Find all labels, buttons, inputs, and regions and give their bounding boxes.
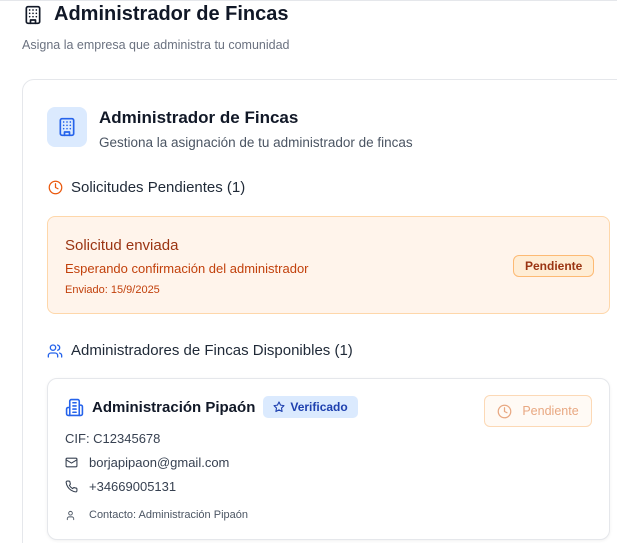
admin-email-row: borjapipaon@gmail.com [65,455,229,470]
building-icon [47,107,87,147]
request-title: Solicitud enviada [65,237,179,254]
request-date: Enviado: 15/9/2025 [65,284,160,296]
admin-list-item[interactable]: Administración Pipaón Verificado Pendien… [47,378,610,540]
available-admins-label: Administradores de Fincas Disponibles (1… [71,342,353,359]
admin-phone-row: +34669005131 [65,479,176,494]
pending-status-label: Pendiente [522,404,579,418]
clock-icon [497,404,512,419]
star-icon [273,401,285,413]
pending-requests-label: Solicitudes Pendientes (1) [71,179,246,196]
request-message: Esperando confirmación del administrador [65,261,309,276]
admin-contact-row: Contacto: Administración Pipaón [65,509,248,521]
mail-icon [65,456,79,469]
building-office-icon [65,398,84,417]
card-header: Administrador de Fincas Gestiona la asig… [47,107,413,150]
pending-status-button[interactable]: Pendiente [484,395,592,427]
users-icon [47,343,63,359]
admin-header: Administración Pipaón Verificado [65,396,358,418]
page-title: Administrador de Fincas [54,3,289,25]
page-header: Administrador de Fincas [22,3,289,26]
pending-requests-heading: Solicitudes Pendientes (1) [47,179,245,196]
user-icon [65,510,79,521]
admin-email: borjapipaon@gmail.com [89,455,230,470]
card-description: Gestiona la asignación de tu administrad… [99,135,413,150]
card-title: Administrador de Fincas [99,108,299,127]
building-icon [22,4,44,26]
pending-request-item: Solicitud enviada Esperando confirmación… [47,216,610,314]
top-border [0,0,617,1]
admin-name: Administración Pipaón [92,398,256,416]
admin-phone: +34669005131 [89,479,177,494]
verified-label: Verificado [290,400,348,414]
admin-contact: Contacto: Administración Pipaón [89,509,248,521]
available-admins-heading: Administradores de Fincas Disponibles (1… [47,342,353,359]
administrator-card: Administrador de Fincas Gestiona la asig… [22,79,617,543]
clock-icon [47,180,63,196]
phone-icon [65,480,79,493]
page-subtitle: Asigna la empresa que administra tu comu… [22,38,290,52]
status-badge: Pendiente [513,255,595,277]
verified-badge: Verificado [263,396,358,418]
admin-cif: CIF: C12345678 [65,431,161,446]
